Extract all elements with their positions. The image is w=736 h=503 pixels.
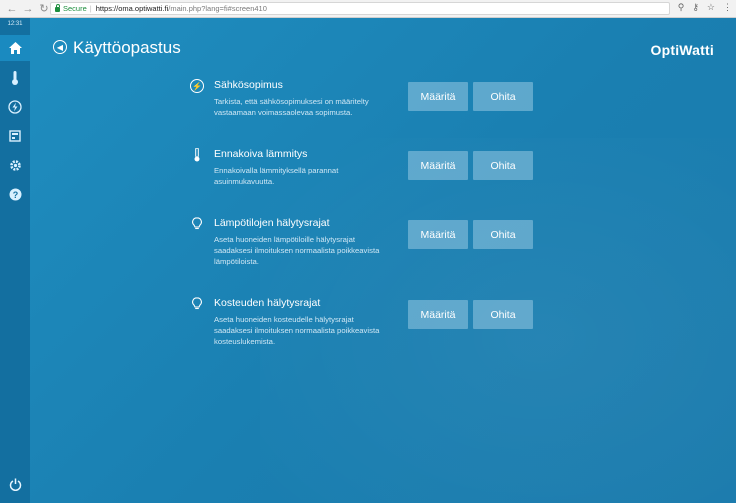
- thermometer-icon: [190, 148, 204, 162]
- sidebar: 12:31 ?: [0, 18, 30, 503]
- skip-button[interactable]: Ohita: [473, 151, 533, 180]
- power-icon[interactable]: [0, 478, 30, 494]
- guide-item-title: Kosteuden hälytysrajat: [214, 297, 321, 309]
- reports-icon: [9, 130, 21, 142]
- reload-icon[interactable]: ↻: [37, 2, 51, 16]
- address-separator: |: [89, 4, 92, 13]
- guide-item-title: Ennakoiva lämmitys: [214, 148, 308, 160]
- guide-item-title: Lämpötilojen hälytysrajat: [214, 217, 330, 229]
- guide-item-title: Sähkösopimus: [214, 79, 283, 91]
- address-bar[interactable]: Secure | https://oma.optiwatti.fi/main.p…: [50, 2, 670, 15]
- url-text: https://oma.optiwatti.fi/main.php?lang=f…: [96, 4, 267, 13]
- back-arrow-icon[interactable]: ←: [5, 2, 19, 16]
- sidebar-item-settings[interactable]: [0, 152, 30, 178]
- sidebar-item-energy[interactable]: [0, 94, 30, 120]
- sidebar-item-reports[interactable]: [0, 123, 30, 149]
- clock: 12:31: [7, 21, 23, 27]
- skip-button[interactable]: Ohita: [473, 300, 533, 329]
- lock-icon: [55, 4, 60, 12]
- define-button[interactable]: Määritä: [408, 82, 468, 111]
- url-host: https://oma.optiwatti.fi: [95, 4, 169, 13]
- lightning-icon: [8, 100, 22, 114]
- zoom-icon[interactable]: ⚲: [678, 2, 685, 13]
- secure-label: Secure: [63, 4, 87, 13]
- guide-item-description: Aseta huoneiden lämpötiloille hälytysraj…: [214, 235, 380, 266]
- help-icon: ?: [9, 188, 21, 200]
- app-window: 12:31 ? ◀ Käyttöopastus OptiWatti ⚡ Sähk…: [0, 18, 736, 503]
- guide-item-description: Tarkista, että sähkösopimuksesi on määri…: [214, 97, 369, 117]
- bulb-icon: [190, 217, 204, 231]
- guide-item-description: Aseta huoneiden kosteudelle hälytysrajat…: [214, 315, 380, 346]
- menu-icon[interactable]: ⋮: [723, 2, 732, 13]
- guide-item-description: Ennakoivalla lämmityksellä parannat asui…: [214, 166, 339, 186]
- page-title: Käyttöopastus: [73, 38, 181, 57]
- bulb-icon: [190, 297, 204, 311]
- url-path: /main.php?lang=fi#screen410: [168, 4, 267, 13]
- svg-text:?: ?: [12, 190, 18, 200]
- key-icon[interactable]: ⚷: [692, 2, 699, 13]
- gear-icon: [9, 159, 21, 171]
- home-icon: [8, 42, 22, 54]
- skip-button[interactable]: Ohita: [473, 82, 533, 111]
- define-button[interactable]: Määritä: [408, 300, 468, 329]
- sidebar-item-help[interactable]: ?: [0, 181, 30, 207]
- sidebar-item-temperature[interactable]: [0, 65, 30, 91]
- back-circle-icon[interactable]: ◀: [53, 40, 67, 54]
- star-icon[interactable]: ☆: [707, 2, 715, 13]
- browser-toolbar: ← → ↻ Secure | https://oma.optiwatti.fi/…: [0, 0, 736, 18]
- sidebar-item-home[interactable]: [0, 35, 30, 61]
- define-button[interactable]: Määritä: [408, 151, 468, 180]
- forward-arrow-icon[interactable]: →: [21, 2, 35, 16]
- brand-logo: OptiWatti: [650, 42, 714, 58]
- skip-button[interactable]: Ohita: [473, 220, 533, 249]
- define-button[interactable]: Määritä: [408, 220, 468, 249]
- thermometer-icon: [12, 71, 18, 85]
- electricity-icon: ⚡: [190, 79, 204, 93]
